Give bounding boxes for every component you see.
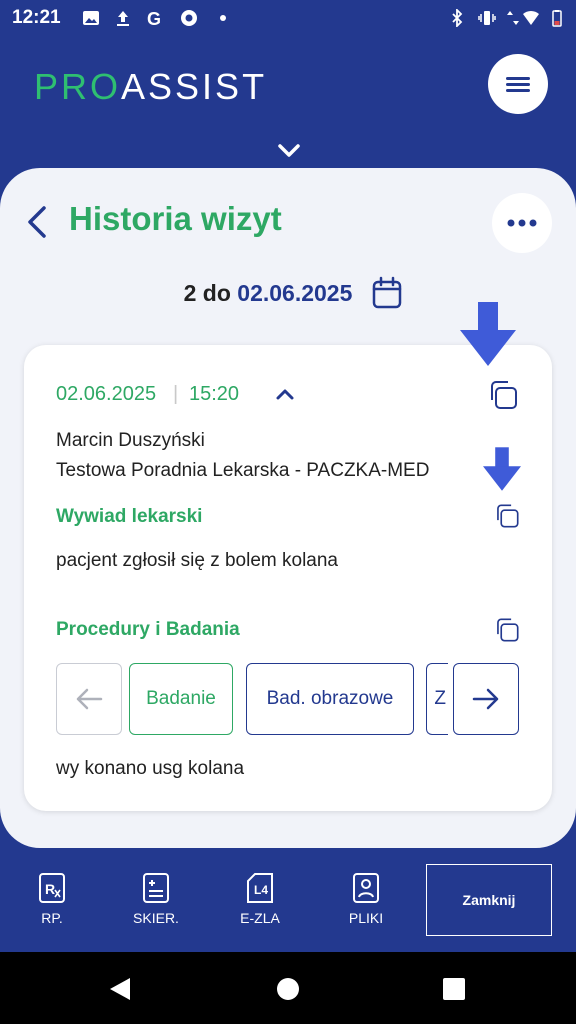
referral-icon: [143, 873, 169, 903]
image-icon: [83, 11, 99, 25]
toolbar-ezla[interactable]: L4 E-ZLA: [220, 868, 300, 938]
chips-next-button[interactable]: [453, 663, 519, 735]
svg-text:R: R: [45, 881, 55, 897]
doctor-name: Marcin Duszyński: [56, 430, 205, 451]
status-time: 12:21: [12, 7, 61, 28]
toolbar-ezla-label: E-ZLA: [240, 910, 280, 926]
back-icon[interactable]: [24, 204, 54, 240]
date-from: 2: [183, 280, 197, 306]
nav-back-icon[interactable]: [108, 976, 132, 1002]
files-icon: [353, 873, 379, 903]
status-bar: 12:21 G: [0, 0, 576, 36]
app-logo: PROASSIST: [34, 66, 267, 108]
visit-separator: |: [173, 383, 179, 405]
chips-prev-button[interactable]: [56, 663, 122, 735]
vibrate-icon: [478, 11, 496, 25]
battery-icon: [552, 10, 562, 27]
chip-bad-obrazowe[interactable]: Bad. obrazowe: [246, 663, 414, 735]
toolbar-skier-label: SKIER.: [133, 910, 179, 926]
navigation-bar: [0, 952, 576, 1024]
upload-icon: [117, 11, 129, 26]
copy-icon[interactable]: [493, 502, 521, 530]
svg-text:G: G: [147, 9, 161, 27]
bluetooth-icon: [452, 9, 463, 27]
svg-text:L4: L4: [254, 883, 268, 897]
wifi-icon: [523, 10, 539, 25]
date-to: 02.06.2025: [237, 280, 353, 306]
chevron-up-icon[interactable]: [274, 385, 296, 403]
arrow-right-icon: [472, 688, 499, 710]
toolbar-pliki[interactable]: PLIKI: [326, 868, 406, 938]
copy-icon[interactable]: [493, 616, 521, 644]
arrow-left-icon: [76, 688, 103, 710]
chrome-icon: [181, 10, 197, 26]
logo-pro: PRO: [34, 66, 122, 107]
prescription-icon: R: [39, 873, 65, 903]
arrow-down-icon: [483, 447, 521, 491]
chip-badanie[interactable]: Badanie: [129, 663, 233, 735]
date-range[interactable]: 2 do 02.06.2025: [0, 280, 536, 307]
copy-icon[interactable]: [486, 378, 520, 412]
visit-time: 15:20: [189, 383, 240, 405]
interview-text: pacjent zgłosił się z bolem kolana: [56, 550, 338, 571]
more-icon: [507, 219, 537, 227]
calendar-icon[interactable]: [371, 276, 403, 310]
clinic-name: Testowa Poradnia Lekarska - PACZKA-MED: [56, 460, 430, 481]
procedures-title: Procedury i Badania: [56, 619, 240, 640]
chip-partial[interactable]: Z: [426, 663, 448, 735]
toolbar-rp-label: RP.: [41, 910, 63, 926]
visit-card: [24, 345, 552, 811]
sick-leave-icon: L4: [247, 873, 273, 903]
data-icon: [507, 11, 519, 25]
visit-date: 02.06.2025: [56, 383, 157, 405]
toolbar-skier[interactable]: SKIER.: [116, 868, 196, 938]
logo-assist: ASSIST: [121, 66, 268, 107]
nav-home-icon[interactable]: [276, 977, 300, 1001]
interview-title: Wywiad lekarski: [56, 506, 203, 527]
dot-icon: [220, 15, 226, 21]
nav-recents-icon[interactable]: [443, 978, 465, 1000]
arrow-down-icon: [460, 302, 516, 366]
menu-button[interactable]: [488, 54, 548, 114]
google-icon: G: [147, 9, 161, 27]
date-between: do: [202, 280, 231, 306]
procedures-text: wy konano usg kolana: [56, 758, 245, 779]
more-button[interactable]: [492, 193, 552, 253]
page-title: Historia wizyt: [69, 200, 282, 237]
toolbar-rp[interactable]: R RP.: [12, 868, 92, 938]
menu-icon: [506, 77, 530, 92]
close-button[interactable]: Zamknij: [426, 864, 552, 936]
chevron-down-icon[interactable]: [276, 140, 302, 160]
toolbar-pliki-label: PLIKI: [348, 910, 384, 926]
